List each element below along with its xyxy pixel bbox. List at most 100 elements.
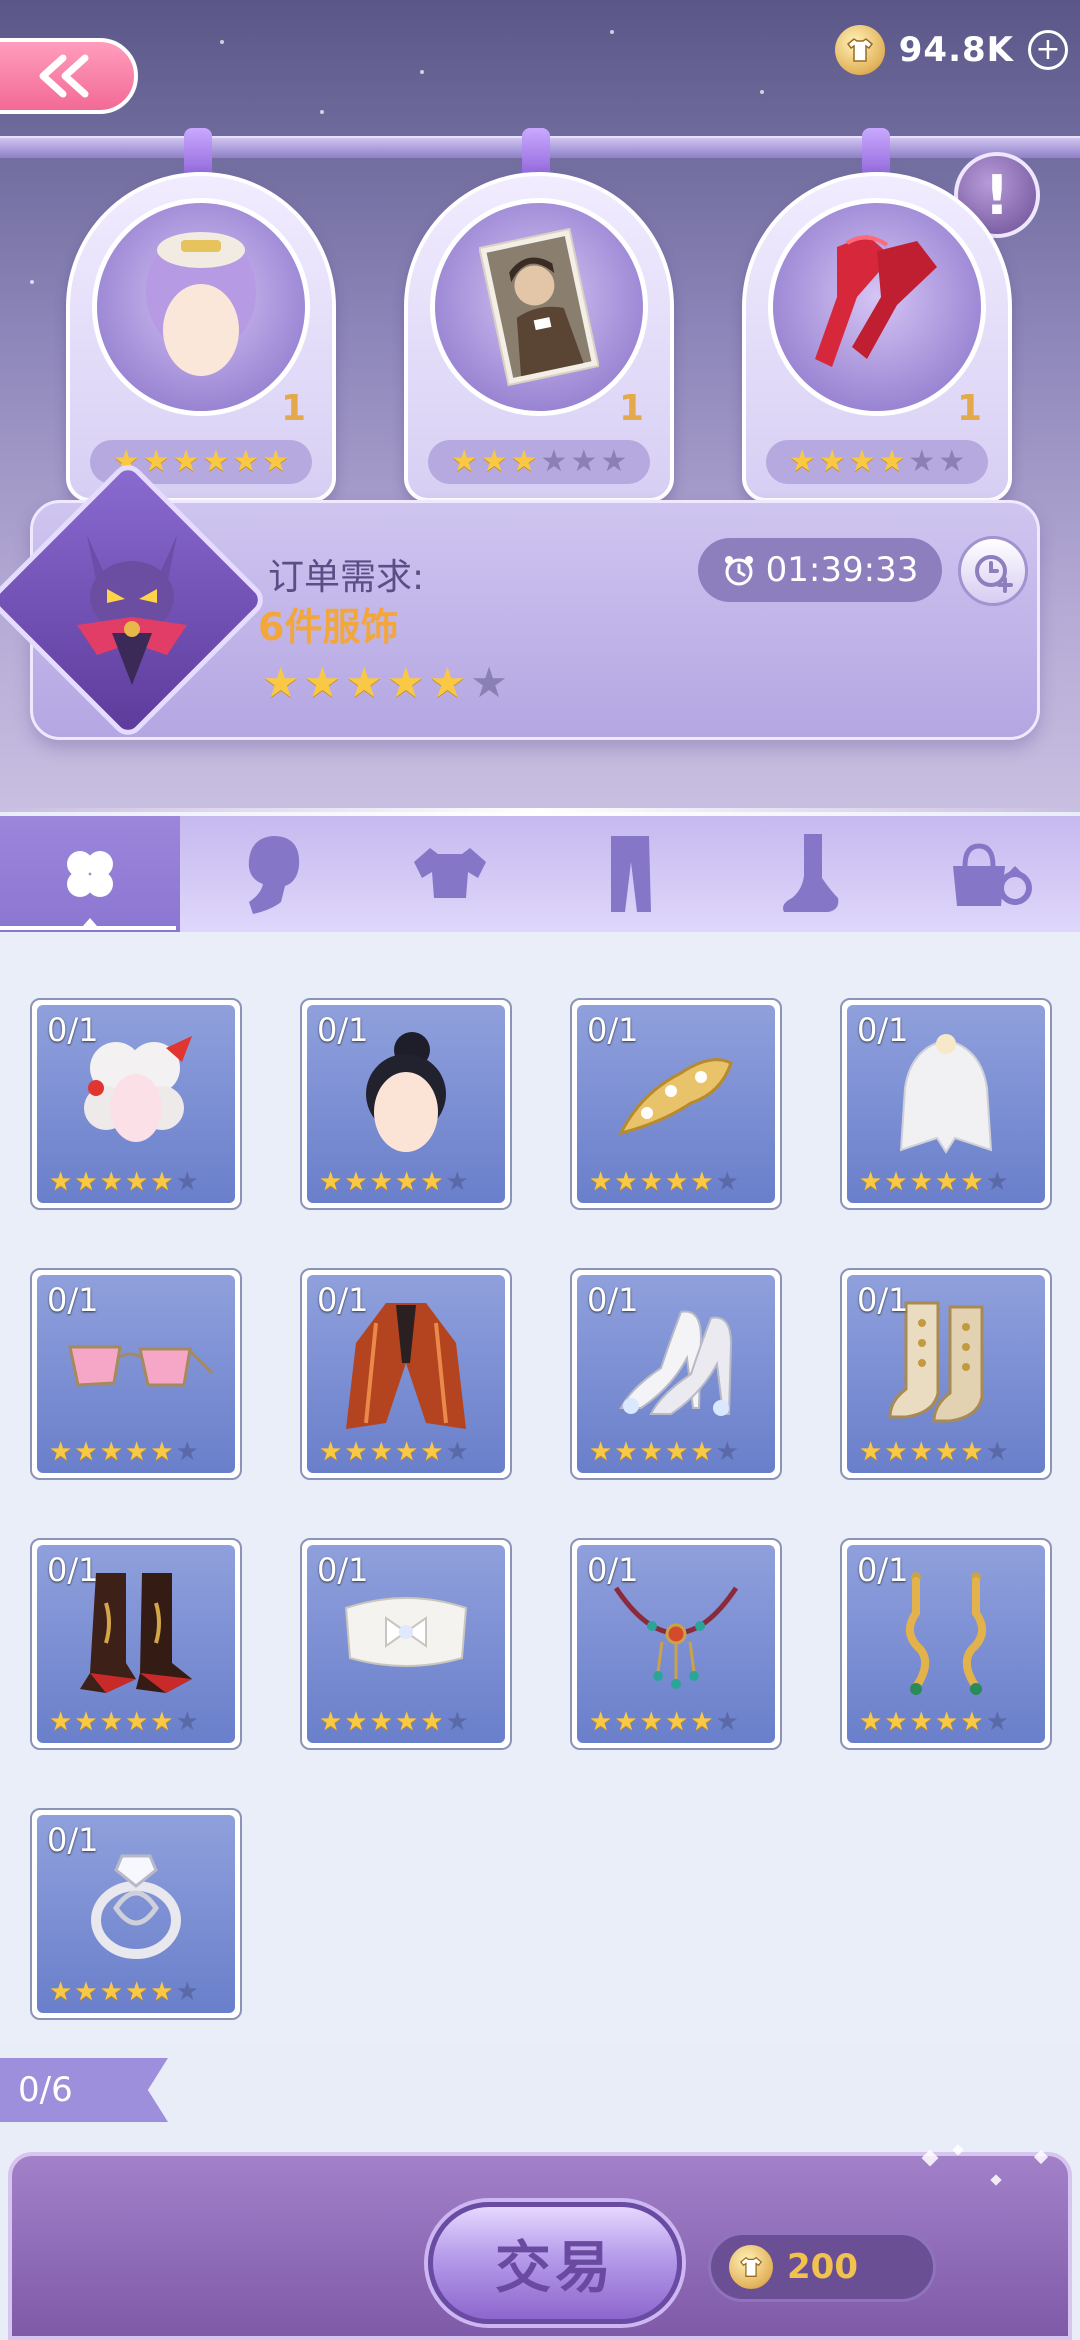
star-icon: ★ bbox=[319, 1167, 343, 1197]
star-icon: ★ bbox=[934, 1167, 959, 1197]
featured-item-tag[interactable]: 1 ★ ★ ★ ★ ★ ★ bbox=[404, 172, 674, 502]
star-rating: ★ ★ ★ ★ ★ ★ bbox=[319, 1439, 469, 1465]
item-card[interactable]: 0/1 ★ ★ ★ ★ ★ ★ bbox=[300, 1268, 512, 1480]
star-icon: ★ bbox=[344, 1707, 368, 1737]
item-card[interactable]: 0/1 ★ ★ ★ ★ ★ ★ bbox=[840, 1268, 1052, 1480]
star-icon: ★ bbox=[614, 1707, 638, 1737]
star-icon: ★ bbox=[859, 1167, 883, 1197]
featured-count: 1 bbox=[280, 388, 306, 429]
item-count: 0/1 bbox=[857, 1011, 909, 1049]
add-coins-button[interactable]: + bbox=[1028, 30, 1068, 70]
sky-star bbox=[760, 90, 764, 94]
featured-item-tag[interactable]: 1 ★ ★ ★ ★ ★ ★ bbox=[66, 172, 336, 502]
item-card[interactable]: 0/1 ★ ★ ★ ★ ★ ★ bbox=[30, 1268, 242, 1480]
star-icon: ★ bbox=[124, 1977, 149, 2007]
star-icon: ★ bbox=[420, 1707, 444, 1737]
star-rating: ★ ★ ★ ★ ★ ★ bbox=[589, 1439, 739, 1465]
item-card[interactable]: 0/1 ★ ★ ★ ★ ★ ★ bbox=[570, 998, 782, 1210]
star-rating: ★ ★ ★ ★ ★ ★ bbox=[49, 1169, 199, 1195]
tab-tops[interactable] bbox=[360, 816, 540, 932]
item-card[interactable]: 0/1 ★ ★ ★ ★ ★ ★ bbox=[840, 1538, 1052, 1750]
star-icon: ★ bbox=[908, 444, 936, 479]
back-button[interactable] bbox=[0, 38, 138, 114]
star-icon: ★ bbox=[202, 444, 230, 479]
item-card[interactable]: 0/1 ★ ★ ★ ★ ★ ★ bbox=[30, 1538, 242, 1750]
plus-circle-icon: + bbox=[1035, 32, 1061, 67]
star-icon: ★ bbox=[909, 1437, 933, 1467]
top-silhouette-icon bbox=[414, 848, 486, 898]
star-icon: ★ bbox=[345, 658, 383, 707]
star-icon: ★ bbox=[715, 1167, 739, 1197]
divider bbox=[0, 808, 1080, 816]
star-icon: ★ bbox=[859, 1437, 883, 1467]
star-icon: ★ bbox=[49, 1977, 73, 2007]
item-count: 0/1 bbox=[587, 1011, 639, 1049]
trade-button-label: 交易 bbox=[495, 2235, 615, 2301]
item-count: 0/1 bbox=[47, 1011, 99, 1049]
star-rating: ★ ★ ★ ★ ★ ★ bbox=[859, 1169, 1009, 1195]
collection-progress: 0/6 bbox=[0, 2058, 168, 2122]
star-icon: ★ bbox=[99, 1437, 123, 1467]
item-count: 0/1 bbox=[317, 1011, 369, 1049]
star-icon: ★ bbox=[386, 658, 425, 707]
star-icon: ★ bbox=[344, 1167, 368, 1197]
star-icon: ★ bbox=[175, 1707, 199, 1737]
star-icon: ★ bbox=[142, 444, 170, 479]
tab-shoes[interactable] bbox=[720, 816, 900, 932]
star-icon: ★ bbox=[614, 1167, 638, 1197]
star-icon: ★ bbox=[99, 1707, 123, 1737]
star-icon: ★ bbox=[369, 1707, 393, 1737]
item-count: 0/1 bbox=[587, 1281, 639, 1319]
shirt-coin-icon bbox=[834, 25, 885, 75]
star-rating: ★ ★ ★ ★ ★ ★ bbox=[859, 1709, 1009, 1735]
item-card[interactable]: 0/1 ★ ★ ★ ★ ★ ★ bbox=[300, 998, 512, 1210]
star-icon: ★ bbox=[715, 1707, 739, 1737]
star-icon: ★ bbox=[938, 444, 966, 479]
sky-star bbox=[320, 110, 324, 114]
trade-cost: 200 bbox=[708, 2232, 936, 2302]
sky-star bbox=[420, 70, 424, 74]
star-icon: ★ bbox=[690, 1437, 714, 1467]
star-icon: ★ bbox=[510, 444, 538, 479]
star-icon: ★ bbox=[600, 444, 628, 479]
sparkle-decoration bbox=[1033, 2149, 1049, 2165]
clock-icon bbox=[724, 556, 753, 586]
trade-button[interactable]: 交易 bbox=[428, 2202, 682, 2324]
star-icon: ★ bbox=[909, 1167, 933, 1197]
item-card[interactable]: 0/1 ★ ★ ★ ★ ★ ★ bbox=[570, 1538, 782, 1750]
add-time-button[interactable] bbox=[958, 536, 1028, 606]
sky-star bbox=[220, 40, 224, 44]
order-quantity: 6件服饰 bbox=[258, 605, 399, 649]
item-card[interactable]: 0/1 ★ ★ ★ ★ ★ ★ bbox=[30, 1808, 242, 2020]
star-icon: ★ bbox=[664, 1707, 689, 1737]
featured-item-tag[interactable]: 1 ★ ★ ★ ★ ★ ★ bbox=[742, 172, 1012, 502]
sparkle-decoration bbox=[990, 2174, 1002, 2186]
order-star-rating: ★ ★ ★ ★ ★ ★ bbox=[262, 662, 508, 704]
item-card[interactable]: 0/1 ★ ★ ★ ★ ★ ★ bbox=[570, 1268, 782, 1480]
star-icon: ★ bbox=[589, 1437, 613, 1467]
star-icon: ★ bbox=[74, 1707, 98, 1737]
tab-hair[interactable] bbox=[180, 816, 360, 932]
star-icon: ★ bbox=[690, 1167, 714, 1197]
item-card[interactable]: 0/1 ★ ★ ★ ★ ★ ★ bbox=[30, 998, 242, 1210]
star-icon: ★ bbox=[589, 1167, 613, 1197]
item-card[interactable]: 0/1 ★ ★ ★ ★ ★ ★ bbox=[300, 1538, 512, 1750]
star-rating: ★ ★ ★ ★ ★ ★ bbox=[49, 1439, 199, 1465]
bag-ring-icon bbox=[953, 843, 1032, 906]
star-icon: ★ bbox=[232, 444, 260, 479]
tab-bottoms[interactable] bbox=[540, 816, 720, 932]
star-icon: ★ bbox=[319, 1707, 343, 1737]
item-card[interactable]: 0/1 ★ ★ ★ ★ ★ ★ bbox=[840, 998, 1052, 1210]
item-count: 0/1 bbox=[857, 1281, 909, 1319]
star-icon: ★ bbox=[450, 444, 478, 479]
tab-all[interactable] bbox=[0, 816, 180, 932]
category-tabs bbox=[0, 816, 1080, 932]
star-icon: ★ bbox=[715, 1437, 739, 1467]
star-icon: ★ bbox=[985, 1167, 1009, 1197]
tab-accessories[interactable] bbox=[900, 816, 1080, 932]
featured-count: 1 bbox=[618, 388, 644, 429]
sky-star bbox=[30, 280, 34, 284]
star-icon: ★ bbox=[818, 444, 846, 479]
star-icon: ★ bbox=[909, 1707, 933, 1737]
star-icon: ★ bbox=[74, 1437, 98, 1467]
